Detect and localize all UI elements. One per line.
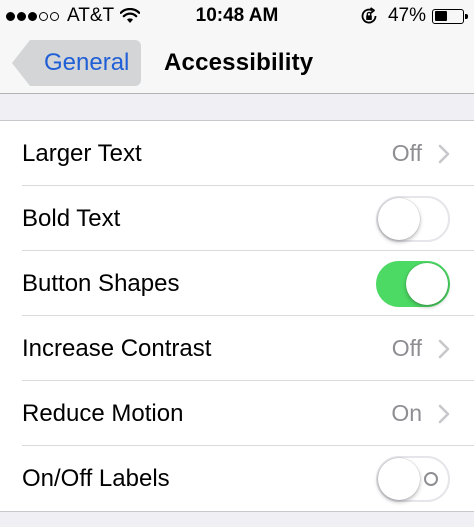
battery-percentage: 47% (387, 5, 426, 26)
setting-label: Larger Text (22, 139, 142, 167)
toggle-knob (378, 197, 420, 240)
setting-value: On (391, 400, 422, 426)
toggle-knob (378, 457, 420, 500)
back-arrow-icon (12, 40, 30, 86)
chevron-right-icon (438, 404, 450, 423)
chevron-right-icon (438, 144, 450, 163)
status-bar: AT&T 10:48 AM 47% (0, 0, 474, 32)
setting-label: On/Off Labels (22, 464, 170, 492)
battery-fill (434, 11, 448, 21)
button-shapes-toggle[interactable] (376, 260, 450, 307)
settings-group: Larger Text Off Bold Text Button Shapes … (0, 120, 474, 512)
on-off-labels-toggle[interactable] (376, 455, 450, 502)
rotation-lock-icon (361, 7, 377, 24)
setting-label: Reduce Motion (22, 399, 184, 427)
setting-row-increase-contrast[interactable]: Increase Contrast Off (0, 316, 474, 381)
setting-row-on-off-labels: On/Off Labels (0, 446, 474, 511)
toggle-knob (406, 262, 448, 305)
setting-label: Bold Text (22, 204, 121, 232)
page-title: Accessibility (164, 49, 314, 76)
setting-label: Increase Contrast (22, 334, 212, 362)
chevron-right-icon (438, 339, 450, 358)
bold-text-toggle[interactable] (376, 195, 450, 242)
setting-value: Off (391, 140, 422, 166)
setting-value: Off (391, 335, 422, 361)
off-label-circle-icon (424, 471, 438, 486)
back-button[interactable]: General (12, 40, 142, 86)
navigation-bar: General Accessibility (0, 32, 474, 94)
battery-icon (432, 8, 468, 24)
setting-label: Button Shapes (22, 269, 180, 297)
setting-row-bold-text: Bold Text (0, 186, 474, 251)
status-right: 47% (360, 5, 468, 26)
back-button-label: General (30, 40, 142, 86)
setting-row-button-shapes: Button Shapes (0, 251, 474, 316)
setting-row-reduce-motion[interactable]: Reduce Motion On (0, 381, 474, 446)
setting-row-larger-text[interactable]: Larger Text Off (0, 121, 474, 186)
